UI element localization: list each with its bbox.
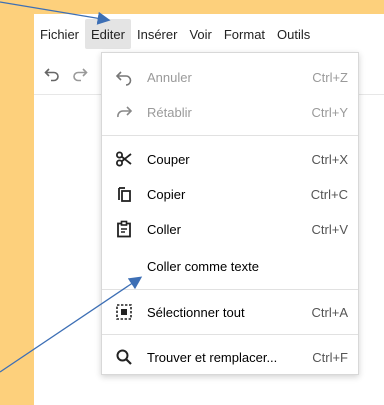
menu-item-coller-comme-texte[interactable]: Coller comme texte: [102, 249, 358, 283]
menu-item-shortcut: Ctrl+V: [311, 221, 348, 237]
menu-item-selectionner-tout[interactable]: Sélectionner tout Ctrl+A: [102, 295, 358, 329]
menu-item-shortcut: Ctrl+A: [311, 304, 348, 320]
menu-separator: [102, 289, 358, 290]
copy-icon: [114, 184, 134, 204]
menu-item-shortcut: Ctrl+Z: [312, 69, 348, 85]
undo-icon: [114, 67, 134, 87]
menu-fichier[interactable]: Fichier: [34, 19, 85, 49]
menu-separator: [102, 334, 358, 335]
menu-item-trouver-remplacer[interactable]: Trouver et remplacer... Ctrl+F: [102, 340, 358, 374]
menu-item-shortcut: Ctrl+C: [310, 186, 348, 202]
menu-item-shortcut: Ctrl+Y: [311, 104, 348, 120]
menu-item-retablir[interactable]: Rétablir Ctrl+Y: [102, 95, 358, 129]
menu-inserer[interactable]: Insérer: [131, 19, 183, 49]
menu-item-label: Trouver et remplacer...: [147, 349, 278, 365]
redo-icon[interactable]: [68, 62, 92, 86]
menu-item-couper[interactable]: Couper Ctrl+X: [102, 142, 358, 176]
menu-format[interactable]: Format: [218, 19, 271, 49]
menu-voir[interactable]: Voir: [183, 19, 217, 49]
menu-item-label: Couper: [147, 151, 190, 167]
frame-left-band: [0, 0, 34, 405]
undo-icon[interactable]: [40, 62, 64, 86]
redo-icon: [114, 102, 134, 122]
menu-item-coller[interactable]: Coller Ctrl+V: [102, 212, 358, 246]
search-icon: [114, 347, 134, 367]
menu-item-label: Coller comme texte: [147, 258, 259, 274]
menubar: Fichier Editer Insérer Voir Format Outil…: [34, 14, 384, 54]
editor-window: Fichier Editer Insérer Voir Format Outil…: [0, 0, 384, 405]
menu-item-label: Rétablir: [147, 104, 192, 120]
menu-item-copier[interactable]: Copier Ctrl+C: [102, 177, 358, 211]
frame-top-band: [0, 0, 384, 14]
select-all-icon: [114, 302, 134, 322]
menu-editer[interactable]: Editer: [85, 19, 131, 49]
menu-item-shortcut: Ctrl+F: [312, 349, 348, 365]
menu-item-label: Annuler: [147, 69, 192, 85]
menu-item-annuler[interactable]: Annuler Ctrl+Z: [102, 60, 358, 94]
menu-item-label: Coller: [147, 221, 181, 237]
menu-item-label: Sélectionner tout: [147, 304, 245, 320]
menu-separator: [102, 135, 358, 136]
paste-icon: [114, 219, 134, 239]
edit-menu-dropdown: Annuler Ctrl+Z Rétablir Ctrl+Y Couper Ct…: [101, 52, 359, 375]
menu-outils[interactable]: Outils: [271, 19, 316, 49]
scissors-icon: [114, 149, 134, 169]
menu-item-label: Copier: [147, 186, 186, 202]
menu-item-shortcut: Ctrl+X: [311, 151, 348, 167]
